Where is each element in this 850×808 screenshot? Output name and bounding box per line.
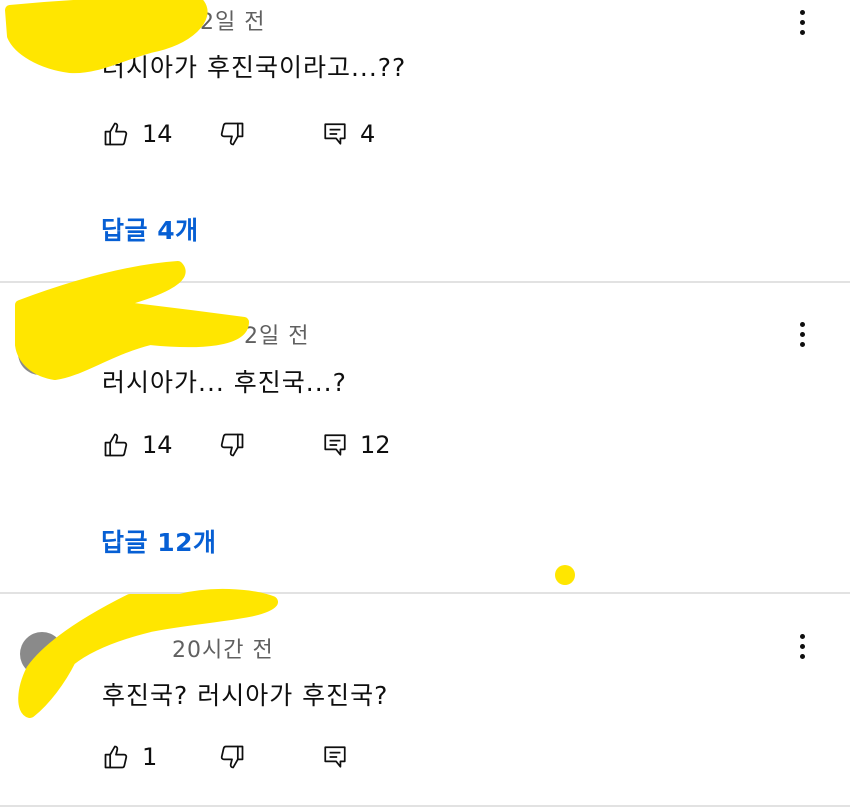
dislike-button[interactable]: [218, 114, 246, 154]
like-count: 1: [142, 743, 158, 771]
view-replies-link[interactable]: 답글 4개: [101, 211, 199, 247]
like-count: 14: [142, 431, 173, 459]
thumb-down-icon: [220, 745, 244, 769]
more-vert-icon[interactable]: [790, 626, 814, 666]
more-vert-icon[interactable]: [790, 2, 814, 42]
more-vert-icon[interactable]: [790, 314, 814, 354]
reply-count: 12: [360, 431, 391, 459]
thumb-down-icon: [220, 122, 244, 146]
avatar: [18, 331, 62, 375]
comment-1: 2일 전 러시아가 후진국이라고...?? 14 4 답글 4개: [0, 0, 850, 282]
comment-text: 후진국? 러시아가 후진국?: [102, 681, 389, 710]
dislike-button[interactable]: [218, 737, 246, 777]
thumb-up-icon: [104, 745, 128, 769]
comment-text: 러시아가... 후진국...?: [102, 368, 347, 397]
thumb-up-icon: [104, 433, 128, 457]
thumb-down-icon: [220, 433, 244, 457]
comment-icon: [324, 434, 346, 456]
avatar: [20, 632, 64, 676]
comment-actions: 14 12: [100, 425, 500, 465]
comment-time: 2일 전: [200, 10, 266, 35]
comment-icon: [324, 123, 346, 145]
reply-button[interactable]: 4: [322, 114, 375, 154]
reply-button[interactable]: [322, 737, 348, 777]
like-count: 14: [142, 120, 173, 148]
comment-2: 2일 전 러시아가... 후진국...? 14 12 답글 12개: [0, 283, 850, 591]
comment-icon: [324, 746, 346, 768]
divider: [0, 805, 850, 807]
comment-text: 러시아가 후진국이라고...??: [102, 53, 407, 82]
like-button[interactable]: 14: [102, 114, 173, 154]
comment-actions: 14 4: [100, 114, 500, 154]
dislike-button[interactable]: [218, 425, 246, 465]
comment-time: 2일 전: [244, 324, 310, 349]
reply-count: 4: [360, 120, 376, 148]
comment-actions: 1: [100, 737, 500, 777]
like-button[interactable]: 14: [102, 425, 173, 465]
reply-button[interactable]: 12: [322, 425, 391, 465]
comment-3: 20시간 전 후진국? 러시아가 후진국? 1: [0, 594, 850, 808]
comment-time: 20시간 전: [172, 638, 274, 663]
thumb-up-icon: [104, 122, 128, 146]
view-replies-link[interactable]: 답글 12개: [101, 523, 217, 559]
like-button[interactable]: 1: [102, 737, 157, 777]
